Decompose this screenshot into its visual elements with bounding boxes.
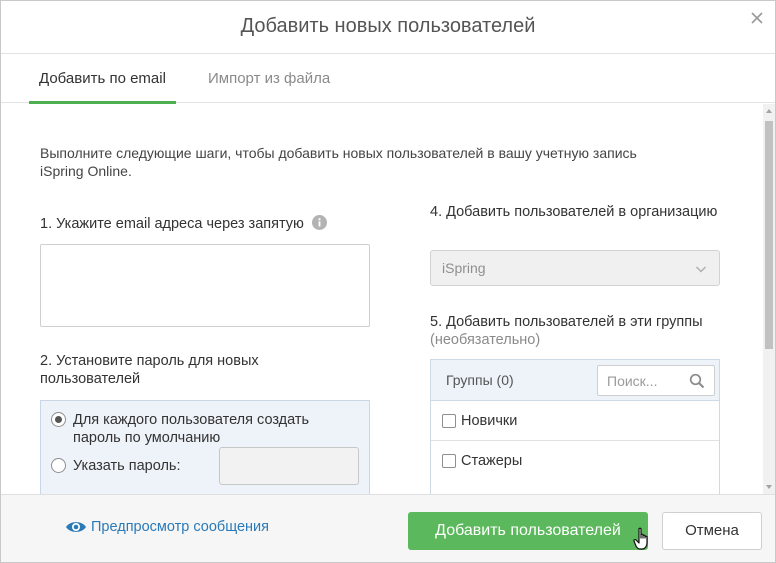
radio-default-label: Для каждого пользователя создать пароль …	[73, 412, 310, 446]
group-name: Стажеры	[461, 453, 523, 469]
password-option-custom[interactable]: Указать пароль:	[51, 457, 181, 475]
cancel-button[interactable]: Отмена	[662, 512, 762, 550]
radio-custom-label: Указать пароль:	[73, 458, 181, 474]
group-checkbox[interactable]	[442, 454, 456, 468]
organization-select[interactable]: iSpring	[430, 250, 720, 286]
step4-label: 4. Добавить пользователей в организацию	[430, 204, 718, 220]
add-users-dialog: Добавить новых пользователей Добавить по…	[0, 0, 776, 563]
close-icon[interactable]	[749, 10, 765, 26]
group-checkbox[interactable]	[442, 414, 456, 428]
step5-label: 5. Добавить пользователей в эти группы	[430, 314, 703, 330]
groups-panel: Группы (0) Новички Стажеры	[430, 359, 720, 494]
password-option-default[interactable]: Для каждого пользователя создать пароль …	[51, 411, 341, 447]
step1-label-row: 1. Укажите email адреса через запятую	[40, 215, 327, 233]
scrollbar-thumb[interactable]	[765, 121, 773, 349]
groups-search-box	[597, 365, 715, 396]
password-options-panel: Для каждого пользователя создать пароль …	[40, 400, 370, 494]
hand-cursor-icon	[633, 527, 648, 550]
email-input[interactable]	[40, 244, 370, 327]
step5-label-block: 5. Добавить пользователей в эти группы (…	[430, 313, 730, 349]
password-input[interactable]	[219, 447, 359, 485]
preview-message-link[interactable]: Предпросмотр сообщения	[65, 519, 269, 535]
groups-search-input[interactable]	[598, 366, 686, 395]
eye-icon	[66, 522, 86, 532]
radio-custom-password[interactable]	[51, 458, 66, 473]
content-scrollbar[interactable]	[763, 104, 775, 494]
group-item[interactable]: Стажеры	[431, 442, 719, 481]
step5-optional-note: (необязательно)	[430, 332, 541, 348]
info-icon[interactable]	[311, 215, 327, 230]
tab-import-from-file[interactable]: Импорт из файла	[198, 55, 340, 103]
group-item[interactable]: Новички	[431, 402, 719, 441]
scroll-down-arrow-icon[interactable]	[763, 480, 775, 494]
search-icon[interactable]	[689, 373, 705, 389]
dialog-footer: Предпросмотр сообщения Добавить пользова…	[1, 494, 775, 562]
intro-text: Выполните следующие шаги, чтобы добавить…	[40, 145, 637, 179]
scroll-up-arrow-icon[interactable]	[763, 104, 775, 118]
add-users-button[interactable]: Добавить пользователей	[408, 512, 648, 550]
dialog-header: Добавить новых пользователей	[1, 1, 775, 54]
dialog-title: Добавить новых пользователей	[240, 15, 536, 37]
preview-message-label: Предпросмотр сообщения	[91, 519, 270, 535]
group-name: Новички	[461, 413, 518, 429]
groups-header: Группы (0)	[431, 360, 719, 401]
dialog-content: Выполните следующие шаги, чтобы добавить…	[1, 104, 763, 494]
radio-default-password[interactable]	[51, 412, 66, 427]
chevron-down-icon	[695, 266, 707, 273]
organization-select-value: iSpring	[442, 260, 486, 276]
tab-add-by-email[interactable]: Добавить по email	[29, 55, 176, 104]
tab-bar: Добавить по email Импорт из файла	[1, 55, 775, 104]
step2-label: 2. Установите пароль для новых пользоват…	[40, 353, 259, 387]
step1-label: 1. Укажите email адреса через запятую	[40, 216, 304, 232]
groups-count-title: Группы (0)	[446, 372, 514, 388]
